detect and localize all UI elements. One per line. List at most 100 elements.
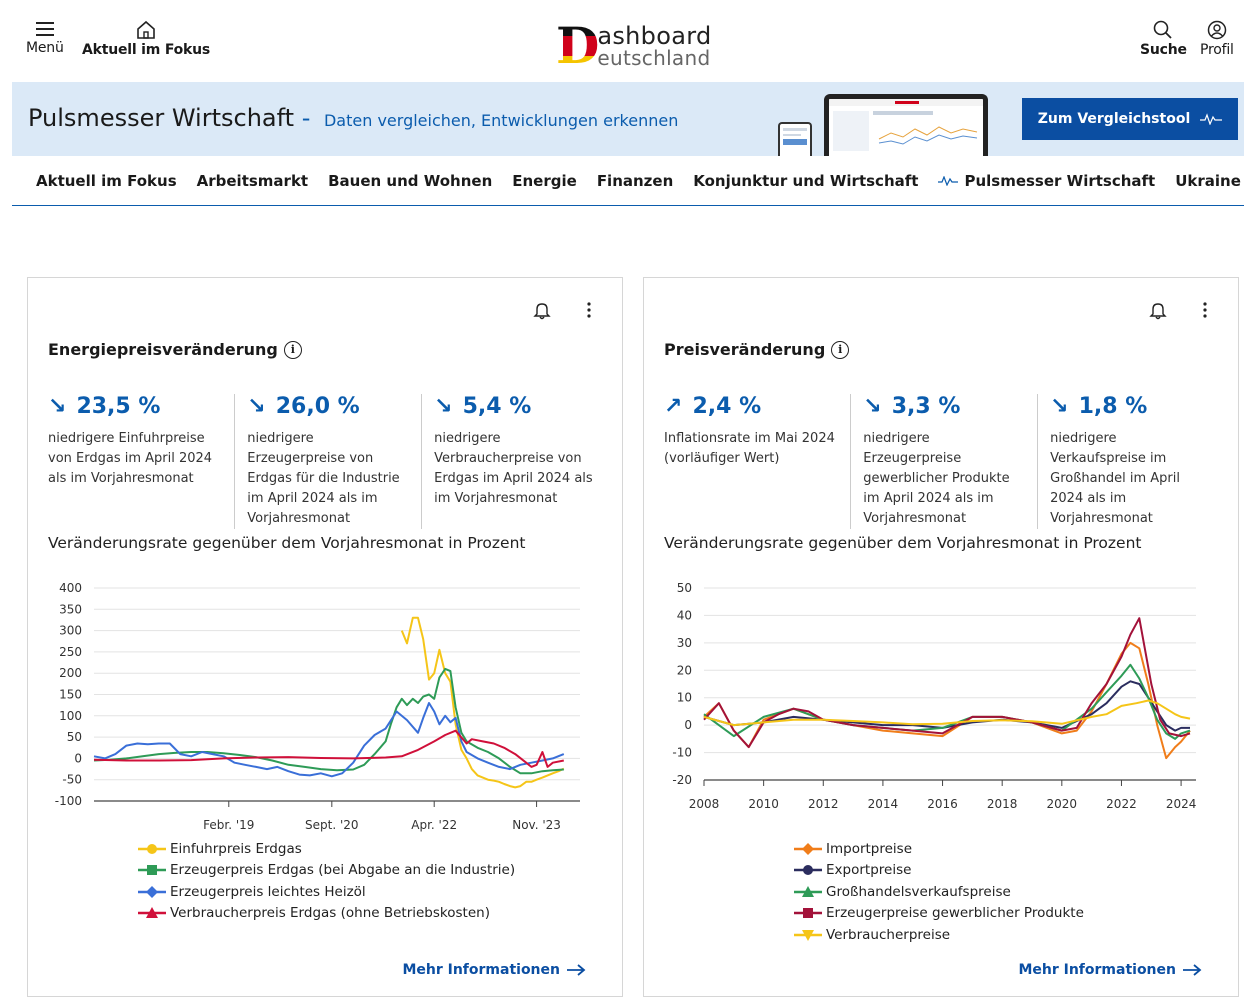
more-info-link[interactable]: Mehr Informationen xyxy=(402,962,586,978)
legend-swatch xyxy=(794,865,822,876)
pulse-icon xyxy=(1200,113,1223,125)
tab-aktuell-im-fokus[interactable]: Aktuell im Fokus xyxy=(36,172,177,190)
kpi: ↘ 1,8 % niedrigere Verkaufspreise im Groß… xyxy=(1037,394,1224,529)
tab-energie[interactable]: Energie xyxy=(512,172,577,190)
top-bar: Menü Aktuell im Fokus D ashboard eutschl… xyxy=(0,8,1244,82)
kpi-description: niedrigere Erzeugerpreise von Erdgas für… xyxy=(247,431,400,526)
kpi-description: Inflationsrate im Mai 2024 (vorläufiger … xyxy=(664,431,835,466)
profile-button[interactable]: Profil xyxy=(1200,20,1234,58)
y-tick-label: 350 xyxy=(59,602,82,616)
profile-label: Profil xyxy=(1200,42,1234,58)
more-options-icon[interactable] xyxy=(1202,301,1208,319)
banner-title: Pulsmesser Wirtschaft xyxy=(28,104,295,132)
legend-swatch xyxy=(138,843,166,854)
tab-bauen-und-wohnen[interactable]: Bauen und Wohnen xyxy=(328,172,492,190)
logo-line-1: ashboard xyxy=(597,22,712,50)
legend-label: Importpreise xyxy=(826,840,913,857)
kpi-row: ↗ 2,4 % Inflationsrate im Mai 2024 (vorlä… xyxy=(664,394,1224,529)
legend-label: Einfuhrpreis Erdgas xyxy=(170,840,302,857)
menu-button[interactable]: Menü xyxy=(26,20,64,56)
y-tick-label: 0 xyxy=(684,718,692,732)
tab-finanzen[interactable]: Finanzen xyxy=(597,172,673,190)
legend-marker xyxy=(147,865,157,876)
legend-item[interactable]: Erzeugerpreis Erdgas (bei Abgabe an die … xyxy=(138,860,515,882)
legend-item[interactable]: Verbraucherpreis Erdgas (ohne Betriebsko… xyxy=(138,903,515,925)
legend-marker xyxy=(147,843,157,854)
focus-label: Aktuell im Fokus xyxy=(82,42,211,58)
x-tick-label: Sept. '20 xyxy=(305,818,359,832)
kpi-value: 23,5 % xyxy=(76,394,161,419)
kpi-description: niedrigere Erzeugerpreise gewerblicher P… xyxy=(863,431,1010,526)
y-tick-label: 10 xyxy=(677,691,692,705)
compare-tool-button[interactable]: Zum Vergleichstool xyxy=(1022,98,1238,140)
arrow-right-icon xyxy=(1183,964,1202,976)
device-mockup-phone xyxy=(778,122,812,156)
menu-label: Menü xyxy=(26,40,64,56)
legend-label: Großhandelsverkaufspreise xyxy=(826,883,1011,900)
tab-pulsmesser-wirtschaft[interactable]: Pulsmesser Wirtschaft xyxy=(938,172,1155,190)
card-title: Energiepreisveränderung i xyxy=(48,340,302,359)
trend-down-icon: ↘ xyxy=(247,394,266,419)
search-button[interactable]: Suche xyxy=(1140,20,1187,58)
legend-swatch xyxy=(794,908,822,919)
legend-swatch xyxy=(138,907,166,919)
search-icon xyxy=(1154,20,1173,39)
x-tick-label: 2012 xyxy=(808,797,839,811)
arrow-right-icon xyxy=(567,964,586,976)
compare-tool-label: Zum Vergleichstool xyxy=(1037,111,1191,127)
y-tick-label: 250 xyxy=(59,645,82,659)
info-icon[interactable]: i xyxy=(831,340,850,359)
card-title: Preisveränderung i xyxy=(664,340,850,359)
card-title-text: Energiepreisveränderung xyxy=(48,340,278,359)
logo-line-2: eutschland xyxy=(597,46,711,70)
y-tick-label: 30 xyxy=(677,636,692,650)
tab-ukraine[interactable]: Ukraine xyxy=(1175,172,1241,190)
series-line xyxy=(93,702,565,778)
legend-swatch xyxy=(138,885,166,898)
legend-swatch xyxy=(794,885,822,897)
trend-up-icon: ↗ xyxy=(664,394,683,419)
card-title-text: Preisveränderung xyxy=(664,340,826,359)
kpi-value: 3,3 % xyxy=(891,394,961,419)
more-info-link[interactable]: Mehr Informationen xyxy=(1018,962,1202,978)
energy-price-chart: -100 -50 0 50 100 150 200 250 300 350 400 Febr. '19… xyxy=(55,581,580,832)
legend-marker xyxy=(802,842,814,855)
legend-item[interactable]: Einfuhrpreis Erdgas xyxy=(138,838,515,860)
banner-dash: - xyxy=(294,104,318,132)
legend-item[interactable]: Erzeugerpreise gewerblicher Produkte xyxy=(794,903,1084,925)
legend-item[interactable]: Erzeugerpreis leichtes Heizöl xyxy=(138,881,515,903)
x-tick-label: 2018 xyxy=(987,797,1018,811)
trend-down-icon: ↘ xyxy=(1050,394,1069,419)
x-tick-label: 2010 xyxy=(748,797,779,811)
x-tick-label: 2020 xyxy=(1047,797,1078,811)
logo-letter: D xyxy=(556,16,600,75)
bell-icon[interactable] xyxy=(532,300,552,320)
legend-item[interactable]: Verbraucherpreise xyxy=(794,924,1084,946)
y-tick-label: 300 xyxy=(59,624,82,638)
y-tick-label: 50 xyxy=(677,581,692,595)
bell-icon[interactable] xyxy=(1148,300,1168,320)
more-options-icon[interactable] xyxy=(586,301,592,319)
kpi-value: 2,4 % xyxy=(692,394,762,419)
legend-swatch xyxy=(794,929,822,941)
focus-button[interactable]: Aktuell im Fokus xyxy=(82,20,210,58)
tab-arbeitsmarkt[interactable]: Arbeitsmarkt xyxy=(197,172,308,190)
profile-icon xyxy=(1207,20,1227,40)
dashboard-logo[interactable]: D ashboard eutschland xyxy=(556,20,712,72)
x-tick-label: 2024 xyxy=(1166,797,1197,811)
legend-item[interactable]: Importpreise xyxy=(794,838,1084,860)
y-tick-label: 100 xyxy=(59,709,82,723)
y-tick-label: -10 xyxy=(672,746,692,760)
price-change-chart: -20 -10 0 10 20 30 40 50 2008 2010 2012 2014 2016 201… xyxy=(672,581,1197,811)
y-tick-label: 400 xyxy=(59,581,82,595)
legend-item[interactable]: Großhandelsverkaufspreise xyxy=(794,881,1084,903)
menu-icon xyxy=(35,22,54,36)
pulse-icon xyxy=(938,175,959,186)
info-icon[interactable]: i xyxy=(283,340,302,359)
tab-konjunktur[interactable]: Konjunktur und Wirtschaft xyxy=(693,172,918,190)
legend-label: Exportpreise xyxy=(826,862,912,879)
y-tick-label: 50 xyxy=(67,730,82,744)
legend-swatch xyxy=(794,842,822,855)
legend-item[interactable]: Exportpreise xyxy=(794,860,1084,882)
series-line xyxy=(93,729,564,768)
